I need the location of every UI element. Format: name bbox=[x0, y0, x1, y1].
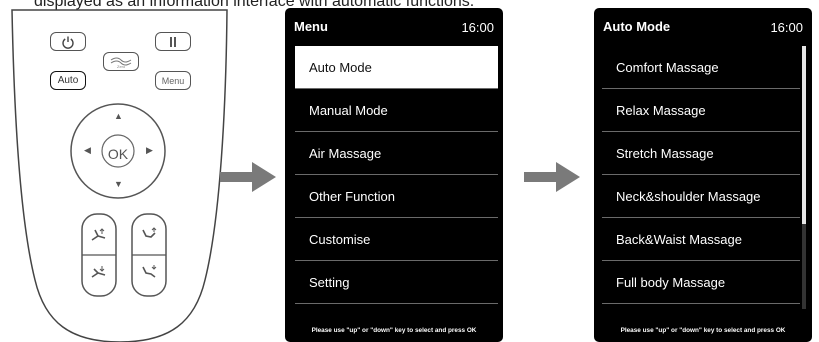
screen-header: Auto Mode 16:00 bbox=[594, 8, 812, 44]
pause-icon bbox=[170, 36, 176, 47]
pause-button[interactable] bbox=[155, 32, 191, 51]
left-arrow-icon[interactable]: ◀ bbox=[84, 145, 91, 156]
right-arrow-icon[interactable]: ▶ bbox=[146, 145, 153, 156]
scrollbar-thumb[interactable] bbox=[802, 46, 806, 224]
zero-gravity-icon: Zero bbox=[110, 57, 132, 69]
screen-header: Menu 16:00 bbox=[285, 8, 503, 44]
menu-item-other-function[interactable]: Other Function bbox=[295, 175, 498, 218]
clock: 16:00 bbox=[461, 20, 494, 35]
scrollbar[interactable] bbox=[802, 46, 806, 309]
flow-arrow-icon bbox=[220, 162, 276, 192]
auto-mode-screen: Auto Mode 16:00 Comfort Massage Relax Ma… bbox=[594, 8, 812, 342]
remote-control: Zero Auto Menu ▲ ▼ ◀ ▶ OK bbox=[0, 0, 240, 342]
zero-label: Zero bbox=[117, 64, 126, 69]
menu-item-customise[interactable]: Customise bbox=[295, 218, 498, 261]
recline-down-icon[interactable] bbox=[89, 262, 109, 282]
zero-gravity-button[interactable]: Zero bbox=[103, 52, 139, 71]
list-item-stretch-massage[interactable]: Stretch Massage bbox=[602, 132, 800, 175]
legrest-up-icon[interactable] bbox=[139, 225, 159, 245]
menu-item-setting[interactable]: Setting bbox=[295, 261, 498, 304]
down-arrow-icon[interactable]: ▼ bbox=[114, 179, 123, 189]
menu-screen: Menu 16:00 Auto Mode Manual Mode Air Mas… bbox=[285, 8, 503, 342]
screen-title: Auto Mode bbox=[603, 19, 671, 34]
list-item-comfort-massage[interactable]: Comfort Massage bbox=[602, 46, 800, 89]
menu-item-manual-mode[interactable]: Manual Mode bbox=[295, 89, 498, 132]
screen-title: Menu bbox=[294, 19, 328, 34]
menu-button-label: Menu bbox=[161, 75, 185, 86]
auto-button[interactable]: Auto bbox=[50, 71, 86, 90]
power-icon bbox=[62, 36, 74, 49]
menu-item-auto-mode[interactable]: Auto Mode bbox=[295, 46, 498, 89]
recline-up-icon[interactable] bbox=[89, 225, 109, 245]
up-arrow-icon[interactable]: ▲ bbox=[114, 111, 123, 121]
menu-button[interactable]: Menu bbox=[155, 71, 191, 90]
screen-footer: Please use "up" or "down" key to select … bbox=[620, 327, 786, 334]
menu-list: Auto Mode Manual Mode Air Massage Other … bbox=[295, 46, 498, 304]
flow-arrow-icon bbox=[524, 162, 580, 192]
clock: 16:00 bbox=[770, 20, 803, 35]
legrest-down-icon[interactable] bbox=[139, 262, 159, 282]
menu-item-air-massage[interactable]: Air Massage bbox=[295, 132, 498, 175]
list-item-full-body-massage[interactable]: Full body Massage bbox=[602, 261, 800, 304]
list-item-neck-shoulder-massage[interactable]: Neck&shoulder Massage bbox=[602, 175, 800, 218]
list-item-back-waist-massage[interactable]: Back&Waist Massage bbox=[602, 218, 800, 261]
auto-mode-list: Comfort Massage Relax Massage Stretch Ma… bbox=[602, 46, 800, 304]
ok-button[interactable]: OK bbox=[103, 141, 133, 167]
power-button[interactable] bbox=[50, 32, 86, 51]
screen-footer: Please use "up" or "down" key to select … bbox=[311, 327, 477, 334]
list-item-relax-massage[interactable]: Relax Massage bbox=[602, 89, 800, 132]
auto-button-label: Auto bbox=[57, 75, 79, 86]
